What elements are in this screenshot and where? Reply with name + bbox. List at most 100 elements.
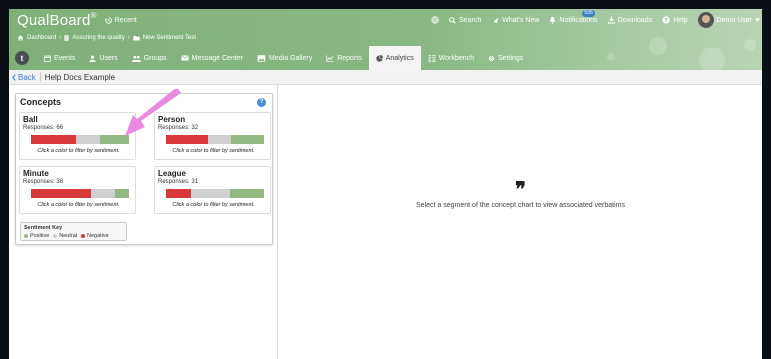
- back-button[interactable]: Back: [12, 73, 36, 82]
- svg-text:?: ?: [664, 18, 668, 24]
- help-button[interactable]: ? Help: [657, 16, 692, 24]
- whats-new-button[interactable]: What's New: [486, 17, 544, 24]
- t-circle-icon[interactable]: t: [15, 51, 29, 65]
- tab-media-gallery[interactable]: Media Gallery: [250, 46, 319, 70]
- user-icon: [89, 54, 96, 62]
- logo-text: QualBoard: [17, 11, 91, 29]
- project-icon: [64, 35, 69, 41]
- tab-workbench-label: Workbench: [438, 54, 475, 62]
- main-tabs: t Events Users Groups Message Center Med…: [9, 46, 530, 70]
- positive-segment[interactable]: [229, 189, 264, 198]
- chevron-left-icon: [12, 73, 16, 81]
- chevron-right-icon: ›: [127, 35, 130, 41]
- neutral-segment[interactable]: [208, 135, 231, 144]
- concept-responses: Responses: 66: [23, 125, 64, 131]
- tab-settings[interactable]: Settings: [481, 46, 530, 70]
- tab-users-label: Users: [99, 54, 118, 62]
- filter-hint: Click a color to filter by sentiment.: [172, 148, 255, 154]
- recent-button[interactable]: Recent: [104, 16, 137, 24]
- help-icon[interactable]: ?: [257, 98, 266, 107]
- download-icon: [607, 16, 615, 24]
- sentiment-key-title: Sentiment Key: [24, 225, 63, 231]
- chevron-right-icon: ›: [59, 35, 62, 41]
- globe-button[interactable]: [426, 16, 444, 24]
- breadcrumb-folder[interactable]: New Sentiment Test: [143, 35, 196, 41]
- neutral-segment[interactable]: [90, 189, 116, 198]
- tab-events[interactable]: Events: [37, 46, 82, 70]
- search-icon: [449, 16, 456, 24]
- breadcrumb-project[interactable]: Assuring the quality: [72, 35, 124, 41]
- calendar-icon: [44, 54, 51, 62]
- user-name: Demo User: [716, 16, 752, 24]
- tab-message-center[interactable]: Message Center: [174, 46, 250, 70]
- tab-events-label: Events: [54, 54, 76, 62]
- tab-reports[interactable]: Reports: [319, 46, 369, 70]
- tab-users[interactable]: Users: [82, 46, 124, 70]
- tab-analytics[interactable]: Analytics: [368, 46, 421, 70]
- sentiment-bar: [31, 135, 129, 144]
- breadcrumb: Dashboard › Assuring the quality › New S…: [17, 31, 196, 45]
- downloads-button[interactable]: Downloads: [603, 16, 658, 24]
- whats-new-label: What's New: [502, 16, 540, 24]
- concept-responses: Responses: 31: [158, 179, 199, 185]
- app-window: QualBoard® Recent Search What's New Noti…: [9, 9, 762, 359]
- tab-reports-label: Reports: [337, 54, 362, 62]
- negative-segment[interactable]: [31, 189, 91, 198]
- workbench-icon: [428, 54, 436, 62]
- sub-toolbar: Back Help Docs Example: [9, 70, 762, 85]
- tab-media-gallery-label: Media Gallery: [269, 54, 313, 62]
- app-header: QualBoard® Recent Search What's New Noti…: [9, 9, 762, 73]
- concept-name: Ball: [23, 115, 38, 124]
- tab-analytics-label: Analytics: [385, 54, 414, 62]
- negative-segment[interactable]: [166, 189, 192, 198]
- sentiment-bar: [166, 189, 264, 198]
- breadcrumb-dashboard[interactable]: Dashboard: [27, 35, 56, 41]
- notifications-button[interactable]: Notifications 535: [544, 10, 602, 24]
- verbatims-panel: ❞ Select a segment of the concept chart …: [279, 85, 762, 359]
- sentiment-bar: [31, 189, 129, 198]
- positive-segment[interactable]: [115, 189, 129, 198]
- negative-segment[interactable]: [31, 135, 77, 144]
- concept-card-minute: Minute Responses: 38 Click a color to fi…: [19, 166, 136, 214]
- verbatims-empty-message: Select a segment of the concept chart to…: [416, 202, 625, 209]
- history-icon: [104, 16, 112, 24]
- media-gallery-icon: [257, 54, 266, 62]
- paper-plane-icon: [492, 17, 499, 23]
- tab-message-center-label: Message Center: [191, 54, 244, 62]
- filter-hint: Click a color to filter by sentiment.: [37, 202, 120, 208]
- positive-segment[interactable]: [230, 135, 264, 144]
- key-neutral-label: Neutral: [59, 233, 77, 239]
- tab-groups[interactable]: Groups: [125, 46, 174, 70]
- negative-dot-icon: [81, 234, 85, 238]
- pie-chart-icon: [376, 54, 383, 62]
- key-negative-label: Negative: [87, 233, 109, 239]
- notifications-count-badge: 535: [582, 10, 595, 17]
- caret-down-icon: [755, 18, 760, 22]
- concept-name: Minute: [23, 169, 49, 178]
- folder-icon: [133, 35, 140, 41]
- neutral-segment[interactable]: [76, 135, 100, 144]
- neutral-segment[interactable]: [191, 189, 230, 198]
- concept-responses: Responses: 38: [23, 179, 64, 185]
- back-label: Back: [18, 72, 36, 82]
- annotation-arrow-icon: [125, 89, 181, 136]
- filter-hint: Click a color to filter by sentiment.: [172, 202, 255, 208]
- sentiment-key-legend: Positive Neutral Negative: [24, 233, 109, 239]
- bell-icon: [550, 16, 556, 24]
- tab-settings-label: Settings: [498, 54, 524, 62]
- help-label: Help: [673, 16, 688, 24]
- concept-card-league: League Responses: 31 Click a color to fi…: [154, 166, 271, 214]
- group-icon: [131, 55, 141, 62]
- tab-groups-label: Groups: [143, 54, 167, 62]
- recent-label: Recent: [114, 16, 137, 24]
- user-menu[interactable]: Demo User: [693, 12, 762, 28]
- tab-workbench[interactable]: Workbench: [421, 46, 481, 70]
- concepts-title: Concepts: [20, 97, 62, 107]
- gear-icon: [488, 55, 495, 61]
- downloads-label: Downloads: [617, 16, 653, 24]
- notifications-label: Notifications: [559, 16, 598, 24]
- home-icon: [17, 35, 24, 41]
- qualboard-logo[interactable]: QualBoard®: [17, 11, 97, 29]
- search-button[interactable]: Search: [444, 17, 486, 24]
- user-avatar: [697, 12, 714, 28]
